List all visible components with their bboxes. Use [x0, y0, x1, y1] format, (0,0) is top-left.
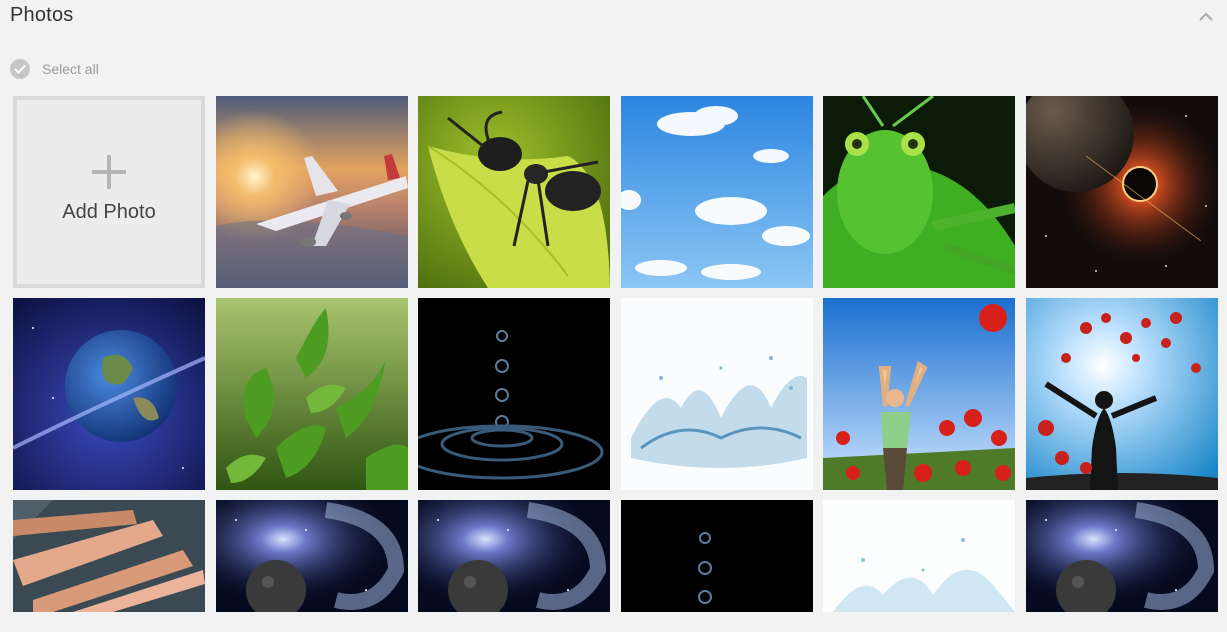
- photo-grasshopper[interactable]: [823, 96, 1015, 288]
- photo-galaxy-planet[interactable]: [215, 500, 408, 612]
- add-photo-button[interactable]: Add Photo: [13, 96, 205, 288]
- photo-airplane[interactable]: [215, 96, 408, 288]
- plus-icon: [92, 154, 126, 189]
- select-all-toggle[interactable]: Select all: [10, 59, 99, 79]
- add-photo-label: Add Photo: [62, 200, 156, 223]
- photo-green-leaves[interactable]: [215, 298, 408, 490]
- photo-galaxy-planet[interactable]: [1025, 500, 1218, 612]
- chevron-up-icon[interactable]: [1197, 8, 1215, 26]
- photo-planet-eclipse[interactable]: [1025, 96, 1218, 288]
- photo-water-splash[interactable]: [620, 298, 813, 490]
- panel-header: Photos: [0, 0, 1227, 36]
- photo-grid: Add Photo: [13, 96, 1218, 612]
- photo-galaxy-planet[interactable]: [418, 500, 610, 612]
- photo-earth[interactable]: [13, 298, 205, 490]
- select-all-label: Select all: [42, 61, 99, 77]
- page-title: Photos: [10, 4, 74, 26]
- photo-water-drops[interactable]: [620, 500, 813, 612]
- photo-silhouette-poppies[interactable]: [1025, 298, 1218, 490]
- photo-water-splash[interactable]: [823, 500, 1015, 612]
- photo-hands[interactable]: [13, 500, 205, 612]
- photos-panel: Photos Select all Add Photo: [0, 0, 1227, 632]
- photo-sky-clouds[interactable]: [620, 96, 813, 288]
- check-circle-icon: [10, 59, 30, 79]
- photo-girl-poppies[interactable]: [823, 298, 1015, 490]
- photo-water-drops[interactable]: [418, 298, 610, 490]
- photo-ant[interactable]: [418, 96, 610, 288]
